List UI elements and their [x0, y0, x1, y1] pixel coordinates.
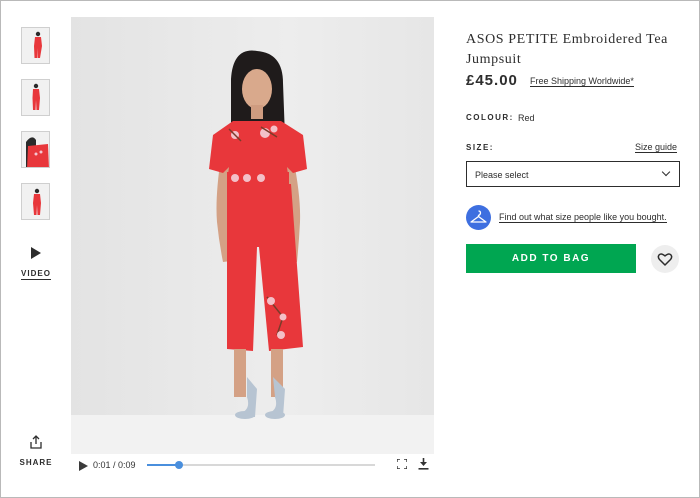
heart-icon	[657, 253, 673, 266]
product-thumbnail-2[interactable]	[21, 79, 50, 116]
colour-label: COLOUR:	[466, 113, 514, 122]
play-icon	[31, 247, 41, 259]
product-thumbnail-4[interactable]	[21, 183, 50, 220]
model-figure	[209, 50, 307, 419]
share-icon	[30, 435, 42, 449]
play-icon[interactable]	[79, 461, 88, 471]
video-progress-handle[interactable]	[174, 461, 183, 469]
size-guide-link[interactable]: Size guide	[635, 142, 678, 153]
product-title: ASOS PETITE Embroidered Tea Jumpsuit	[466, 32, 668, 67]
chevron-down-icon	[661, 167, 671, 177]
video-label: VIDEO	[21, 269, 51, 280]
video-progress-bar[interactable]	[147, 461, 375, 469]
save-for-later-button[interactable]	[651, 245, 679, 273]
thumbnail-list	[21, 27, 51, 235]
free-shipping-link[interactable]: Free Shipping Worldwide*	[530, 76, 634, 87]
download-icon[interactable]	[418, 458, 429, 470]
product-price: £45.00	[466, 72, 518, 89]
product-thumbnail-1[interactable]	[21, 27, 50, 64]
colour-value: Red	[518, 113, 535, 123]
product-video[interactable]	[71, 17, 434, 479]
video-controls: 0:01 / 0:09	[71, 454, 434, 479]
size-select[interactable]: Please select	[466, 161, 680, 187]
add-to-bag-button[interactable]: ADD TO BAG	[466, 244, 636, 273]
fit-assistant-icon[interactable]	[466, 205, 491, 230]
video-time: 0:01 / 0:09	[93, 460, 136, 470]
share-button[interactable]: SHARE	[18, 435, 54, 467]
fullscreen-icon[interactable]	[397, 459, 407, 469]
share-label: SHARE	[19, 458, 53, 467]
fit-assistant-link[interactable]: Find out what size people like you bough…	[499, 212, 667, 223]
size-label: SIZE:	[466, 143, 494, 152]
product-thumbnail-3[interactable]	[21, 131, 50, 168]
size-select-value: Please select	[475, 170, 529, 180]
video-thumbnail[interactable]: VIDEO	[21, 244, 51, 281]
